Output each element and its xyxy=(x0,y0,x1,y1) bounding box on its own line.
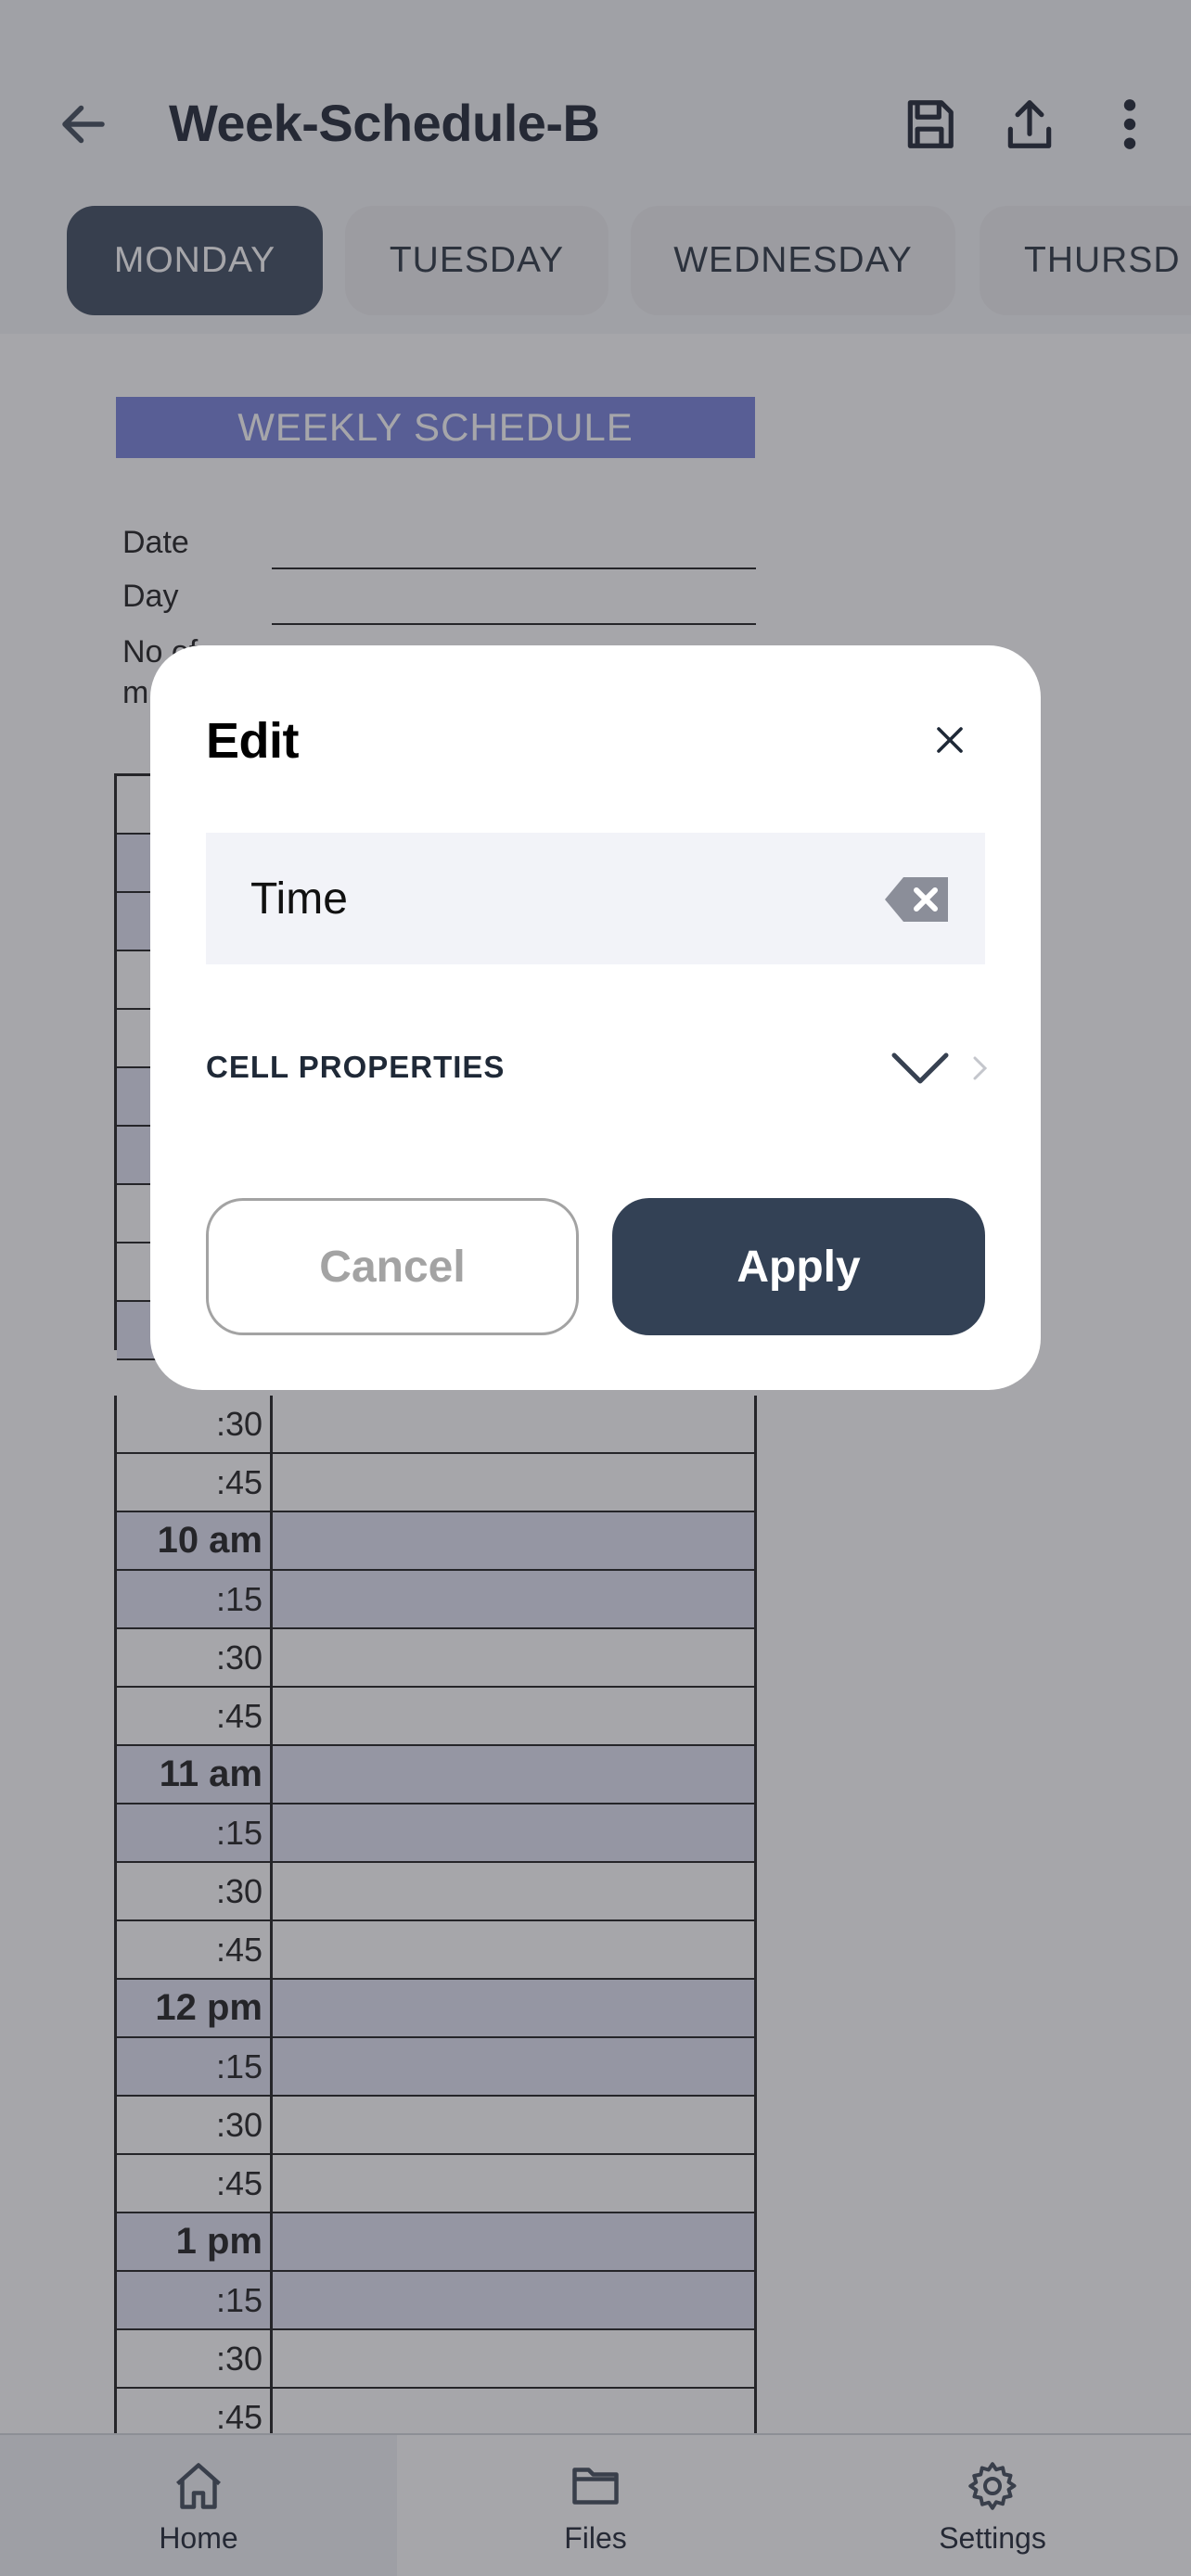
dialog-title: Edit xyxy=(206,713,300,769)
chevron-right-icon xyxy=(973,1056,988,1080)
backspace-clear-icon[interactable] xyxy=(883,874,952,925)
cancel-button[interactable]: Cancel xyxy=(206,1198,579,1335)
cell-properties-label: CELL PROPERTIES xyxy=(206,1050,506,1084)
scroll-indicator xyxy=(972,1042,989,1094)
close-button[interactable] xyxy=(907,697,992,783)
apply-button[interactable]: Apply xyxy=(612,1198,985,1335)
cell-properties-row[interactable]: CELL PROPERTIES xyxy=(206,1035,988,1102)
cell-text-input[interactable] xyxy=(250,861,844,937)
cell-text-field xyxy=(206,833,985,964)
edit-dialog: Edit CELL PROPERTIES Cancel Apply xyxy=(150,645,1041,1390)
expand-toggle[interactable] xyxy=(889,1040,952,1096)
close-icon xyxy=(937,727,963,753)
chevron-down-icon xyxy=(891,1052,949,1084)
